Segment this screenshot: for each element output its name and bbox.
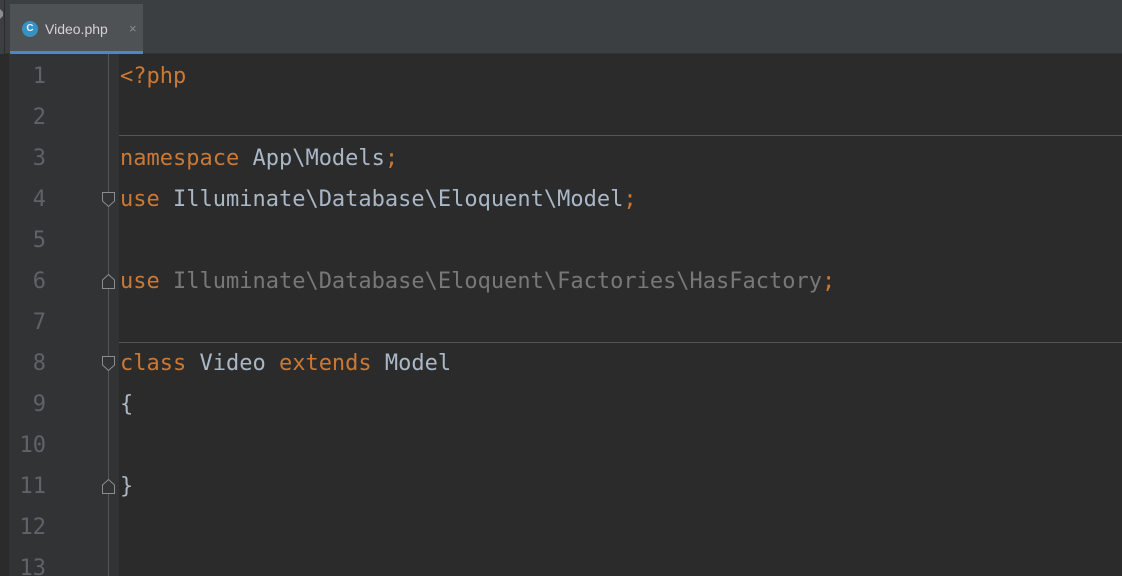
identifier-token: App\Models	[239, 146, 385, 171]
fold-start-icon[interactable]	[101, 355, 116, 372]
keyword-token: ;	[384, 146, 399, 171]
line-number: 13	[19, 556, 47, 576]
code-text[interactable]: <?php	[120, 56, 186, 97]
line-number: 3	[32, 146, 46, 171]
fold-end-icon[interactable]	[101, 273, 116, 290]
keyword-token: extends	[278, 351, 372, 376]
code-text[interactable]: {	[120, 384, 133, 425]
line-number: 4	[32, 187, 46, 212]
code-line[interactable]: 10	[0, 425, 1122, 466]
tab-label: Video.php	[45, 21, 108, 37]
line-number: 8	[32, 351, 46, 376]
keyword-token: use	[120, 269, 160, 294]
editor-tab-bar: C Video.php ×	[0, 0, 1122, 54]
keyword-token: namespace	[120, 146, 240, 171]
keyword-token: class	[120, 351, 187, 376]
tab-video-php[interactable]: C Video.php ×	[10, 4, 143, 54]
line-number: 12	[19, 515, 47, 540]
line-number: 10	[19, 433, 47, 458]
tool-window-edge[interactable]	[0, 0, 5, 54]
expand-arrow-icon[interactable]	[0, 9, 3, 19]
code-text[interactable]: use Illuminate\Database\Eloquent\Model;	[120, 179, 637, 220]
identifier-token: {	[120, 392, 134, 417]
identifier-token: Video	[186, 351, 279, 376]
identifier-token: }	[120, 474, 134, 499]
line-number: 5	[32, 228, 46, 253]
code-line[interactable]: 11}	[0, 466, 1122, 507]
code-line[interactable]: 6 use Illuminate\Database\Eloquent\Factor…	[0, 261, 1122, 302]
keyword-token: use	[120, 187, 160, 212]
code-line[interactable]: 5	[0, 220, 1122, 261]
code-line[interactable]: 3 namespace App\Models;	[0, 138, 1122, 179]
code-text[interactable]: use Illuminate\Database\Eloquent\Factori…	[120, 261, 835, 302]
fold-end-icon[interactable]	[101, 478, 116, 495]
keyword-token: ;	[623, 187, 637, 212]
keyword-token: ;	[822, 269, 836, 294]
code-line[interactable]: 1 <?php	[0, 56, 1122, 97]
code-line[interactable]: 13	[0, 548, 1122, 576]
code-line[interactable]: 2	[0, 97, 1122, 138]
line-number: 9	[32, 392, 46, 417]
code-text[interactable]: namespace App\Models;	[120, 138, 398, 179]
line-number: 1	[32, 64, 46, 89]
identifier-token: Illuminate\Database\Eloquent\Factories\H…	[159, 269, 823, 294]
fold-start-icon[interactable]	[101, 191, 116, 208]
code-line[interactable]: 7	[0, 302, 1122, 343]
code-line[interactable]: 12	[0, 507, 1122, 548]
code-text[interactable]: class Video extends Model	[120, 343, 451, 384]
close-icon[interactable]: ×	[129, 20, 137, 38]
php-class-icon: C	[22, 21, 38, 37]
code-text[interactable]: }	[120, 466, 133, 507]
code-editor[interactable]: 1 <?php 2 3 namespace App\Models; 4 use Illumi…	[0, 54, 1122, 576]
code-line[interactable]: 4 use Illuminate\Database\Eloquent\Model;	[0, 179, 1122, 220]
identifier-token: Illuminate\Database\Eloquent\Model	[159, 187, 624, 212]
code-line[interactable]: 8 class Video extends Model	[0, 343, 1122, 384]
identifier-token: Model	[371, 351, 452, 376]
keyword-token: <?php	[120, 64, 187, 89]
line-number: 7	[32, 310, 46, 335]
line-number: 6	[32, 269, 46, 294]
code-line[interactable]: 9{	[0, 384, 1122, 425]
line-number: 2	[32, 105, 46, 130]
line-number: 11	[19, 474, 47, 499]
ide-window: C Video.php × 1 <?php 2 3 namespace App\Mode…	[0, 0, 1122, 576]
